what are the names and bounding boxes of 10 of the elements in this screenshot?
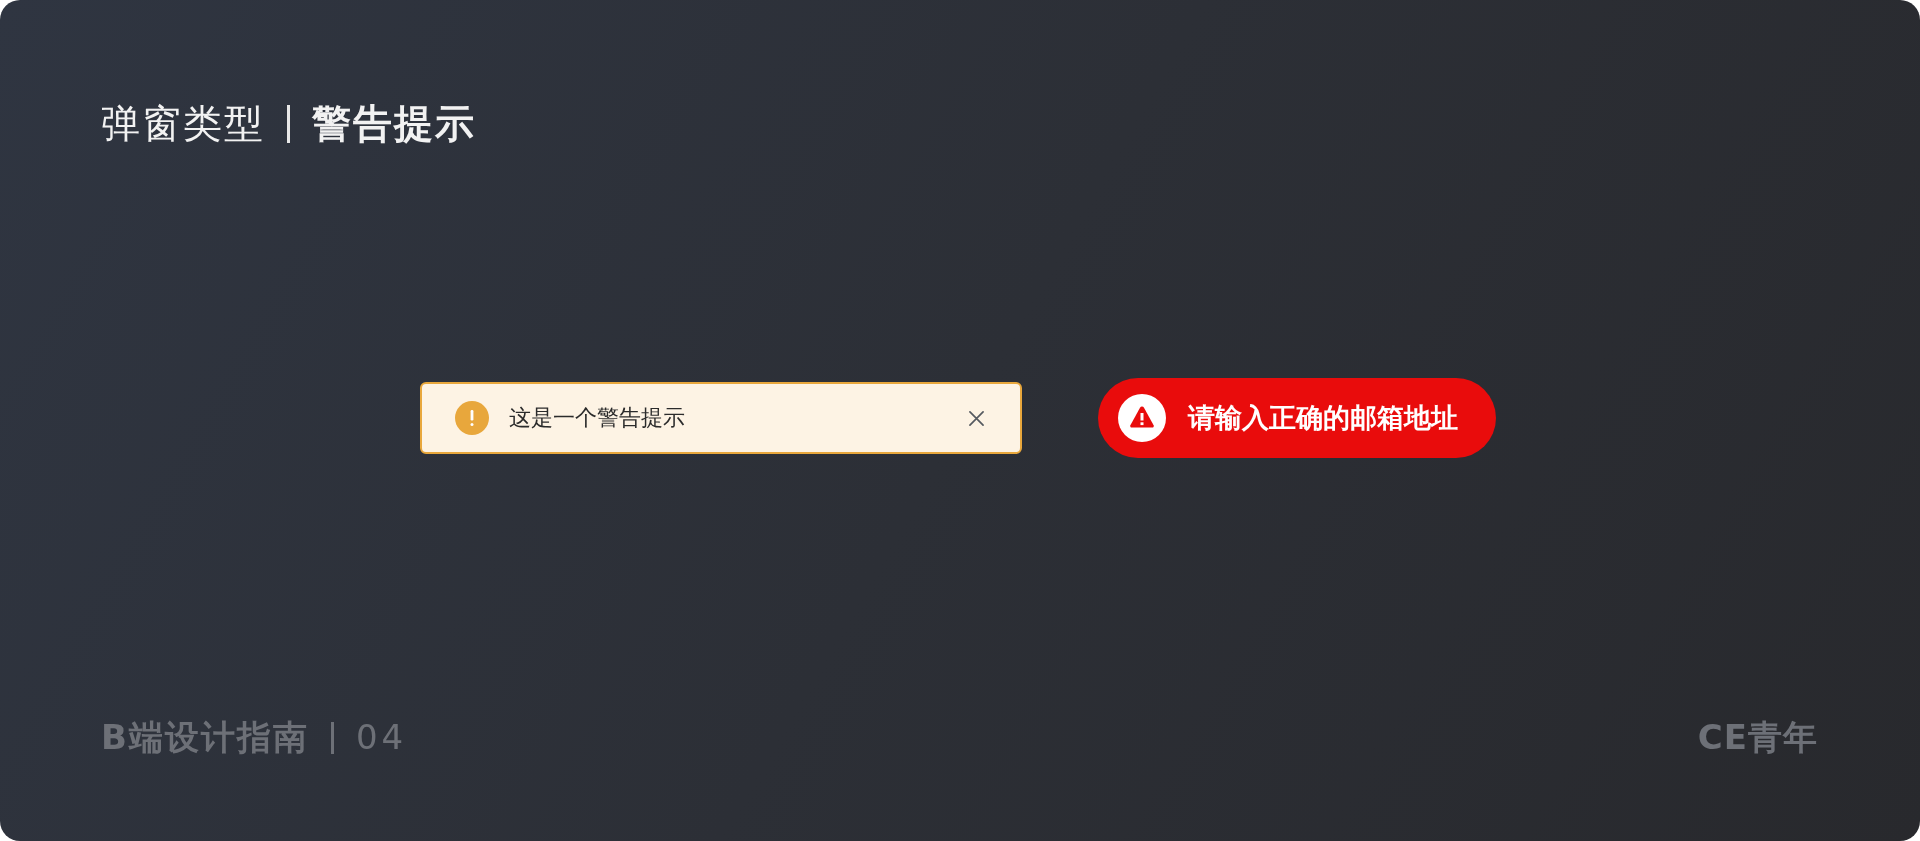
close-button[interactable] bbox=[967, 408, 986, 428]
brand-name: CE青年 bbox=[1697, 717, 1818, 758]
exclamation-circle-icon bbox=[455, 401, 489, 435]
page-number: 04 bbox=[355, 717, 408, 758]
page-category: 弹窗类型 bbox=[101, 101, 265, 148]
error-message: 请输入正确的邮箱地址 bbox=[1188, 401, 1458, 435]
close-icon bbox=[969, 410, 984, 426]
series-name: B端设计指南 bbox=[101, 717, 309, 758]
page-title: 警告提示 bbox=[312, 101, 476, 148]
warning-message: 这是一个警告提示 bbox=[509, 404, 686, 432]
